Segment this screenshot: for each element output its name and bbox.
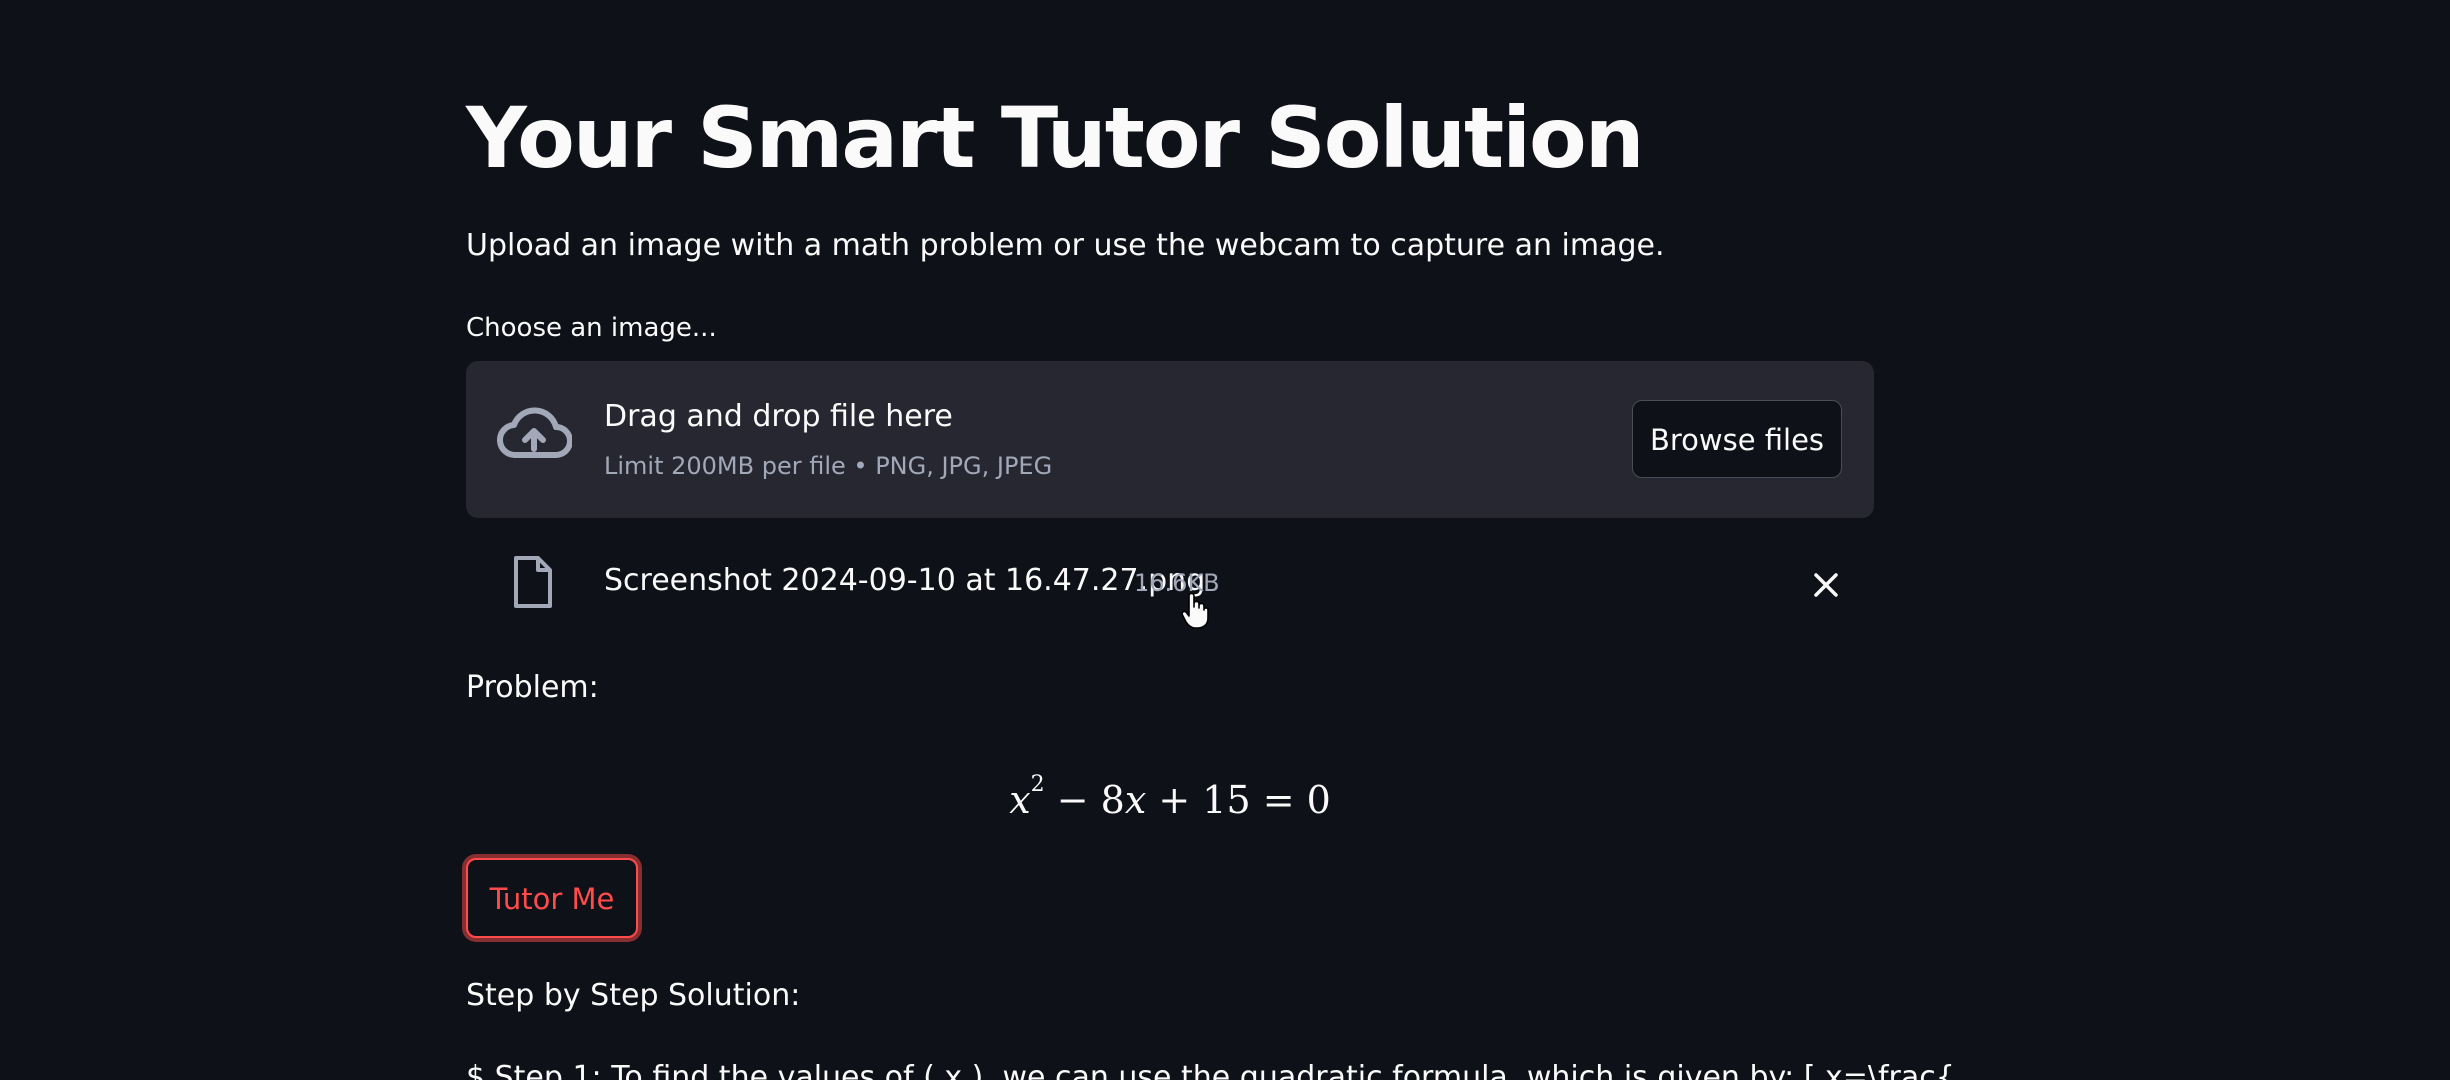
dropzone-title: Drag and drop file here	[604, 399, 953, 434]
app-page: Your Smart Tutor Solution Upload an imag…	[0, 0, 2450, 1080]
problem-label: Problem:	[466, 670, 599, 705]
problem-equation: x2 − 8x + 15 = 0	[466, 770, 1874, 830]
file-dropzone[interactable]: Drag and drop file here Limit 200MB per …	[466, 361, 1874, 518]
close-icon[interactable]	[1806, 565, 1846, 605]
browse-files-button[interactable]: Browse files	[1632, 400, 1842, 478]
equation-term: − 8	[1044, 778, 1125, 822]
dropzone-limit-text: Limit 200MB per file • PNG, JPG, JPEG	[604, 452, 1053, 480]
tutor-me-button[interactable]: Tutor Me	[466, 858, 638, 938]
solution-label: Step by Step Solution:	[466, 978, 801, 1013]
hand-cursor-icon	[1181, 592, 1209, 629]
equation-term-2: + 15 = 0	[1146, 778, 1331, 822]
equation-variable-2: x	[1124, 778, 1147, 822]
uploader-label: Choose an image...	[466, 313, 717, 343]
page-subtitle: Upload an image with a math problem or u…	[466, 228, 1665, 263]
page-title: Your Smart Tutor Solution	[466, 89, 1644, 187]
equation-variable: x	[1009, 778, 1031, 822]
uploaded-file-name: Screenshot 2024-09-10 at 16.47.27.png	[604, 563, 1206, 598]
cloud-upload-icon	[496, 407, 572, 459]
file-icon	[514, 556, 552, 608]
uploaded-file-row: Screenshot 2024-09-10 at 16.47.27.png 16…	[466, 545, 1874, 619]
solution-step-1: $ Step 1: To find the values of ( x ), w…	[466, 1060, 1955, 1080]
equation-exponent: 2	[1030, 772, 1045, 797]
